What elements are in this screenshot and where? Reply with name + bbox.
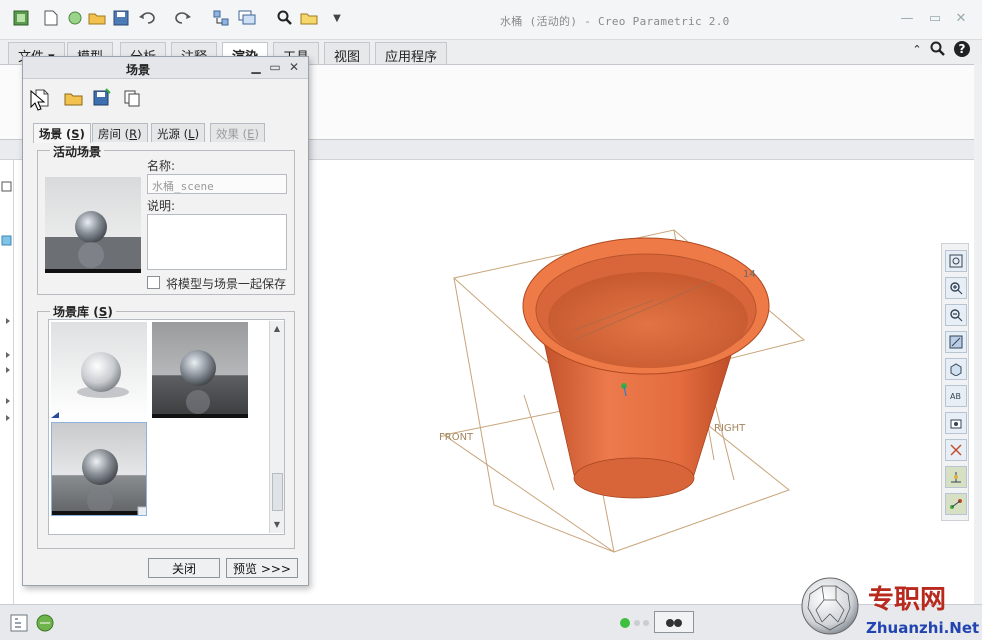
front-datum-label: FRONT — [439, 432, 474, 443]
undo-icon[interactable] — [138, 9, 156, 27]
browser-toggle-icon[interactable] — [36, 614, 54, 632]
watermark-logo: 专职网 Zhuanzhi.Net — [800, 576, 982, 640]
search-icon[interactable] — [276, 9, 294, 27]
open-icon[interactable] — [66, 9, 84, 27]
ribbon-collapse-icon[interactable]: ⌃ — [908, 40, 926, 58]
open-scene-icon[interactable] — [63, 87, 85, 109]
scene-thumbnail-white-sphere[interactable] — [51, 322, 147, 418]
close-window-icon[interactable] — [300, 9, 318, 27]
preview-button[interactable]: 预览 >>> — [226, 558, 298, 578]
right-datum-label: RIGHT — [714, 423, 746, 434]
dialog-title: 场景 — [125, 63, 150, 77]
folder-open-icon[interactable] — [88, 9, 106, 27]
copy-scene-icon[interactable] — [121, 87, 143, 109]
tab-applications[interactable]: 应用程序 — [375, 42, 448, 65]
tab-view[interactable]: 视图 — [324, 42, 371, 65]
windows-icon[interactable] — [238, 9, 256, 27]
title-bar: ▼ 水桶 (活动的) - Creo Parametric 2.0 — ▭ ✕ — [0, 0, 982, 40]
scene-dialog: 场景 ▁ ▭ ✕ 场景 (S) 房间 (R) 光源 (L) 效果 (E) 活动场… — [22, 56, 309, 586]
regen-status-icon — [618, 616, 652, 630]
model-tree-toggle-icon[interactable] — [10, 614, 28, 632]
app-logo-icon — [12, 9, 30, 27]
close-icon[interactable]: ✕ — [952, 10, 970, 26]
redo-icon[interactable] — [174, 9, 192, 27]
regenerate-icon[interactable] — [212, 9, 230, 27]
active-scene-label: 活动场景 — [50, 143, 105, 160]
repaint-icon[interactable] — [945, 331, 967, 353]
description-label: 说明: — [147, 199, 176, 213]
window-title: 水桶 (活动的) - Creo Parametric 2.0 — [500, 15, 730, 28]
dialog-close-icon[interactable]: ✕ — [287, 60, 301, 74]
watermark-brand-cn: 专职网 — [868, 585, 946, 615]
refit-icon[interactable] — [945, 250, 967, 272]
library-scrollbar[interactable]: ▲ ▼ — [269, 321, 284, 533]
save-with-model-label: 将模型与场景一起保存 — [166, 277, 287, 291]
scroll-down-icon[interactable]: ▼ — [270, 517, 284, 531]
tab-room[interactable]: 房间 (R) — [92, 123, 148, 142]
scene-thumbnail-reflective-floor[interactable] — [51, 422, 147, 516]
datum-display-icon[interactable] — [945, 439, 967, 461]
help-search-icon[interactable] — [929, 40, 947, 58]
name-label: 名称: — [147, 159, 176, 173]
customize-toolbar-icon[interactable]: ▼ — [328, 9, 346, 27]
view-toolbar: AB — [941, 243, 969, 521]
save-with-model-checkbox[interactable] — [147, 276, 160, 289]
active-scene-thumbnail — [45, 177, 141, 273]
model-tree-panel[interactable] — [0, 160, 14, 604]
minimize-icon[interactable]: — — [898, 10, 916, 26]
save-scene-icon[interactable] — [91, 87, 113, 109]
scrollbar-thumb[interactable] — [272, 473, 283, 511]
svg-text:?: ? — [959, 42, 966, 56]
dialog-title-bar[interactable]: 场景 ▁ ▭ ✕ — [23, 57, 308, 79]
zoom-out-icon[interactable] — [945, 304, 967, 326]
tab-scene[interactable]: 场景 (S) — [33, 123, 91, 143]
dialog-minimize-icon[interactable]: ▁ — [249, 60, 263, 74]
save-icon[interactable] — [112, 9, 130, 27]
scroll-up-icon[interactable]: ▲ — [270, 321, 284, 335]
tab-lights[interactable]: 光源 (L) — [151, 123, 206, 142]
scene-thumbnail-dark-room[interactable] — [152, 322, 248, 418]
scene-library-list — [48, 319, 285, 535]
zoom-in-icon[interactable] — [945, 277, 967, 299]
new-file-icon[interactable] — [42, 9, 60, 27]
scene-name-field[interactable]: 水桶_scene — [147, 174, 287, 194]
dialog-maximize-icon[interactable]: ▭ — [268, 60, 282, 74]
svg-text:AB: AB — [950, 392, 961, 401]
scene-library-label: 场景库 (S) — [50, 303, 116, 320]
mouse-cursor — [30, 89, 46, 112]
scene-description-field[interactable] — [147, 214, 287, 270]
spin-center-icon[interactable] — [945, 466, 967, 488]
annotation-display-icon[interactable] — [945, 493, 967, 515]
find-button[interactable] — [654, 611, 694, 633]
watermark-brand-url: Zhuanzhi.Net — [866, 619, 979, 637]
saved-orientations-icon[interactable]: AB — [945, 385, 967, 407]
display-style-icon[interactable] — [945, 358, 967, 380]
view-manager-icon[interactable] — [945, 412, 967, 434]
binoculars-icon — [666, 619, 682, 627]
tab-effects: 效果 (E) — [210, 123, 265, 142]
dimension-label: 14 — [743, 269, 756, 280]
help-icon[interactable]: ? — [953, 40, 971, 58]
close-button[interactable]: 关闭 — [148, 558, 220, 578]
maximize-icon[interactable]: ▭ — [926, 10, 944, 26]
